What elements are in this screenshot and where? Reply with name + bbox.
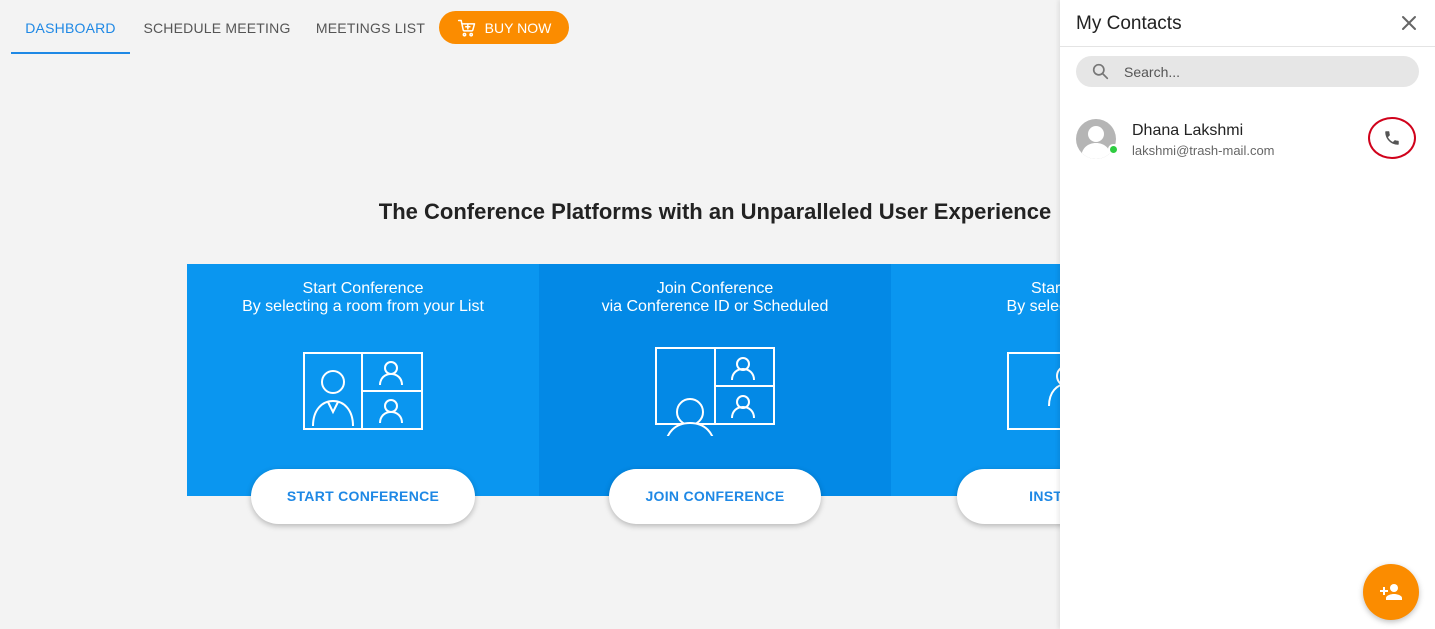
contacts-title: My Contacts xyxy=(1076,13,1182,34)
phone-icon xyxy=(1385,131,1399,145)
tab-dashboard[interactable]: DASHBOARD xyxy=(11,0,130,54)
add-contact-button[interactable] xyxy=(1363,564,1419,620)
tab-schedule-meeting[interactable]: SCHEDULE MEETING xyxy=(136,0,298,54)
search-input[interactable] xyxy=(1124,56,1404,87)
contact-email: lakshmi@trash-mail.com xyxy=(1132,143,1275,158)
tab-meetings-list[interactable]: MEETINGS LIST xyxy=(307,0,434,54)
contact-item[interactable]: Dhana Lakshmi lakshmi@trash-mail.com xyxy=(1060,108,1435,170)
top-nav: DASHBOARD SCHEDULE MEETING MEETINGS LIST… xyxy=(0,0,1060,54)
close-icon[interactable] xyxy=(1399,13,1419,33)
join-conference-button[interactable]: JOIN CONFERENCE xyxy=(609,469,821,524)
join-conference-icon xyxy=(655,347,775,436)
cart-icon xyxy=(457,19,475,37)
card-title: Start Conference By selecting a room fro… xyxy=(187,264,539,316)
dashboard-main: The Conference Platforms with an Unparal… xyxy=(0,54,1243,629)
buy-now-button[interactable]: BUY NOW xyxy=(439,11,569,44)
conference-grid-icon xyxy=(303,352,423,430)
online-status-dot xyxy=(1108,144,1119,155)
buy-now-label: BUY NOW xyxy=(484,19,552,36)
card-title-line2: By selecting a room from your List xyxy=(242,298,484,315)
card-title-line1: Join Conference xyxy=(656,280,774,297)
contact-name: Dhana Lakshmi xyxy=(1132,122,1244,139)
join-conference-card: Join Conference via Conference ID or Sch… xyxy=(539,264,891,524)
card-title-line1: Start Conference xyxy=(302,280,424,297)
start-conference-button[interactable]: START CONFERENCE xyxy=(251,469,475,524)
start-conference-card: Start Conference By selecting a room fro… xyxy=(187,264,539,524)
search-icon xyxy=(1092,63,1109,80)
call-button[interactable] xyxy=(1368,117,1416,159)
add-person-icon xyxy=(1380,584,1402,600)
contacts-panel: My Contacts Dhana Lakshmi lakshmi@trash-… xyxy=(1060,0,1435,629)
contacts-header: My Contacts xyxy=(1060,0,1435,47)
card-title-line2: via Conference ID or Scheduled xyxy=(601,298,829,315)
card-title: Join Conference via Conference ID or Sch… xyxy=(539,264,891,316)
contacts-search xyxy=(1076,56,1419,87)
